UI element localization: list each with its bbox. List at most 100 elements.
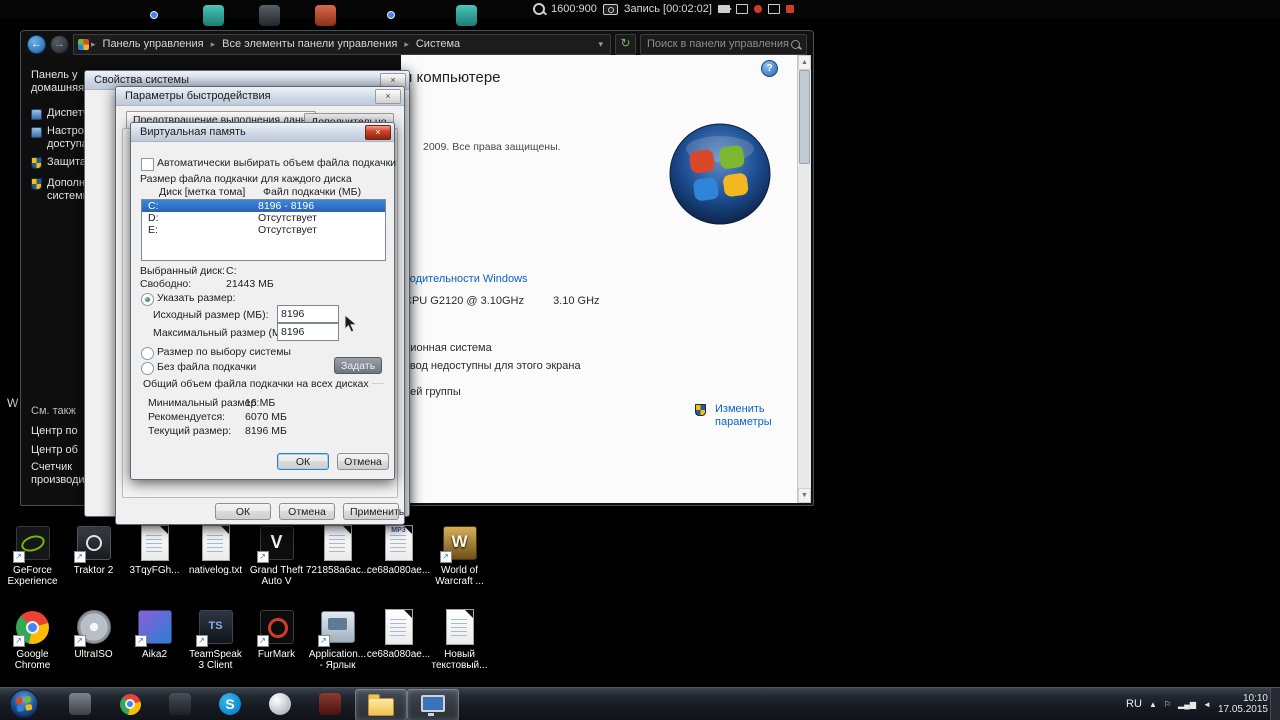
drive-row-d[interactable]: D: Отсутствует	[142, 212, 385, 224]
change-settings-label: Изменить параметры	[715, 403, 772, 428]
close-button[interactable]: ×	[365, 124, 391, 140]
desktop-icon-furmark[interactable]: ↗ FurMark	[246, 608, 307, 692]
experience-index-link-fragment[interactable]: водительности Windows	[404, 273, 528, 285]
drive-row-c[interactable]: C: 8196 - 8196	[142, 200, 385, 212]
webcam-icon[interactable]	[767, 4, 780, 14]
top-app-icon-2[interactable]	[203, 5, 224, 26]
desktop-icon-ultraiso[interactable]: ↗ UltraISO	[63, 608, 124, 692]
cpu-speed: 3.10 GHz	[553, 295, 600, 307]
vertical-scrollbar[interactable]: ▲ ▼	[797, 55, 811, 503]
icon-label: ce68a080ae...	[366, 649, 431, 660]
desktop-icon-nativelog[interactable]: nativelog.txt	[185, 524, 246, 608]
pagefile-size: 8196 - 8196	[258, 200, 315, 212]
help-icon[interactable]: ?	[761, 60, 778, 77]
icon-label: GeForce Experience	[7, 565, 58, 587]
taskbar-app-4[interactable]	[305, 689, 355, 719]
scroll-down-icon[interactable]: ▼	[798, 488, 811, 503]
app-icon	[169, 693, 191, 715]
custom-size-radio[interactable]	[141, 293, 154, 306]
chevron-icon: ▸	[404, 38, 409, 49]
forward-button[interactable]: →	[50, 34, 69, 54]
set-button[interactable]: Задать	[334, 357, 382, 374]
screen: 1600:900 Запись [00:02:02] W ← → ▸ Панел…	[0, 0, 1280, 720]
breadcrumb-system[interactable]: Система	[411, 38, 465, 50]
volume-icon[interactable]: ◄	[1203, 700, 1211, 709]
desktop-icon-aika2[interactable]: ↗ Aika2	[124, 608, 185, 692]
network-icon[interactable]: ▂▄▆	[1178, 700, 1196, 709]
scroll-up-icon[interactable]: ▲	[798, 55, 811, 70]
start-button[interactable]	[9, 689, 39, 720]
taskbar-app-2[interactable]	[155, 689, 205, 719]
top-app-icon-6[interactable]	[456, 5, 477, 26]
system-managed-radio[interactable]	[141, 347, 154, 360]
camera-icon[interactable]	[602, 3, 618, 15]
action-center-icon[interactable]: ⚐	[1164, 700, 1171, 709]
top-app-icon-4[interactable]	[315, 5, 336, 26]
max-size-input[interactable]	[277, 323, 339, 341]
show-desktop-button[interactable]	[1270, 688, 1280, 720]
breadcrumb-control-panel[interactable]: Панель управления	[98, 38, 209, 50]
desktop-icon-application[interactable]: ↗ Application... - Ярлык	[307, 608, 368, 692]
stop-icon[interactable]	[785, 5, 794, 13]
initial-size-input[interactable]	[277, 305, 339, 323]
copyright-text: 2009. Все права защищены.	[423, 141, 561, 153]
clock[interactable]: 10:10 17.05.2015	[1218, 693, 1268, 715]
address-dropdown-icon[interactable]: ▾	[595, 39, 606, 50]
pen-touch-fragment: ввод недоступны для этого экрана	[404, 360, 581, 372]
desktop-icon-file-2[interactable]: 721858a6ac...	[306, 524, 369, 608]
drive-row-e[interactable]: E: Отсутствует	[142, 224, 385, 236]
mp3-file-icon: MP3	[384, 525, 413, 561]
record-icon[interactable]	[753, 5, 762, 13]
drives-listbox[interactable]: C: 8196 - 8196 D: Отсутствует E: Отсутст…	[141, 199, 386, 261]
icon-label: nativelog.txt	[188, 565, 243, 576]
no-pagefile-radio[interactable]	[141, 362, 154, 375]
desktop-icon-geforce[interactable]: ↗ GeForce Experience	[2, 524, 63, 608]
cancel-button[interactable]: Отмена	[337, 453, 389, 470]
show-hidden-icons[interactable]: ▲	[1149, 700, 1157, 709]
top-app-icon-3[interactable]	[259, 5, 280, 26]
breadcrumb: ▸ Панель управления ▸ Все элементы панел…	[73, 33, 611, 55]
camcorder-icon[interactable]	[717, 5, 732, 13]
desktop-icon-new-text[interactable]: Новый текстовый...	[429, 608, 490, 692]
apply-button[interactable]: Применить	[343, 503, 404, 520]
time: 10:10	[1242, 693, 1268, 704]
change-settings-link[interactable]: Изменить параметры	[695, 403, 781, 429]
scrollbar-thumb[interactable]	[799, 70, 810, 164]
desktop-icon-file-3[interactable]: ce68a080ae...	[366, 608, 431, 692]
forward-icon: →	[54, 37, 65, 50]
drive-letter: C:	[148, 200, 159, 212]
ok-button[interactable]: ОК	[215, 503, 271, 520]
custom-size-label: Указать размер:	[157, 292, 236, 304]
ok-button[interactable]: ОК	[277, 453, 329, 470]
recommended-label: Рекомендуется:	[148, 411, 226, 423]
desktop-icon-file-1[interactable]: 3TqyFGh...	[124, 524, 185, 608]
pagefile-size: Отсутствует	[258, 212, 317, 224]
taskbar-chrome[interactable]	[105, 689, 155, 719]
close-button[interactable]: ×	[375, 88, 401, 104]
language-indicator[interactable]: RU	[1126, 698, 1142, 710]
icon-label: Google Chrome	[14, 649, 51, 671]
chevron-icon: ▸	[91, 38, 96, 49]
taskbar-skype[interactable]: S	[205, 689, 255, 719]
icon-label: Aika2	[141, 649, 167, 660]
magnifier-icon[interactable]	[533, 3, 545, 15]
device-manager-icon	[31, 109, 42, 120]
auto-manage-checkbox[interactable]	[141, 158, 154, 171]
processor-value: CPU G2120 @ 3.10GHz 3.10 GHz	[404, 295, 600, 307]
taskbar-app-3[interactable]	[255, 689, 305, 719]
refresh-button[interactable]: ↻	[615, 33, 636, 55]
search-input[interactable]: Поиск в панели управления	[640, 33, 807, 55]
taskbar-app-1[interactable]	[55, 689, 105, 719]
taskbar-recorder[interactable]	[407, 689, 459, 720]
desktop-icon-chrome[interactable]: ↗ Google Chrome	[2, 608, 63, 692]
desktop-icon-teamspeak[interactable]: TS ↗ TeamSpeak 3 Client	[185, 608, 246, 692]
breadcrumb-all-items[interactable]: Все элементы панели управления	[217, 38, 402, 50]
back-button[interactable]: ←	[27, 34, 46, 54]
desktop-icon-wow[interactable]: W ↗ World of Warcraft ...	[429, 524, 490, 608]
desktop-icon-mp3[interactable]: MP3 ce68a080ae...	[367, 524, 430, 608]
screen-icon[interactable]	[735, 4, 748, 14]
cancel-button[interactable]: Отмена	[279, 503, 335, 520]
desktop-icon-traktor[interactable]: ↗ Traktor 2	[63, 524, 124, 608]
desktop-icon-gtav[interactable]: V ↗ Grand Theft Auto V	[246, 524, 307, 608]
taskbar-explorer[interactable]	[355, 689, 407, 720]
